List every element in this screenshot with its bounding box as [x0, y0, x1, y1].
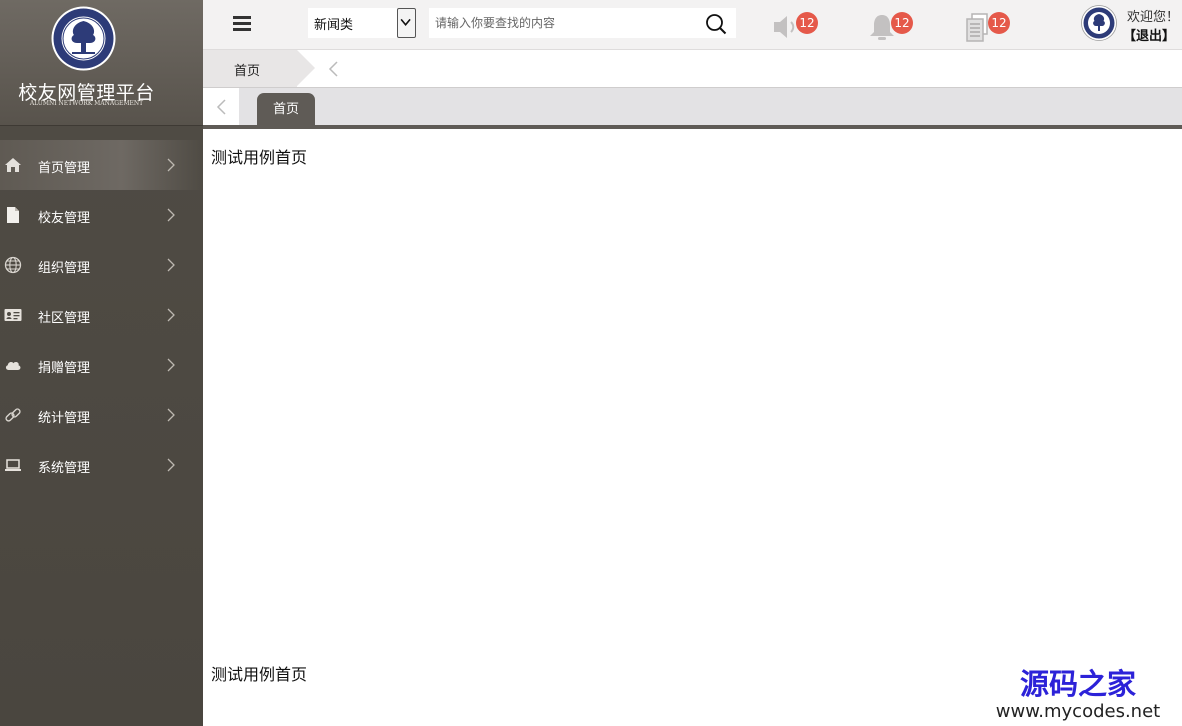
watermark-url: www.mycodes.net: [995, 701, 1161, 722]
search-icon[interactable]: [705, 13, 727, 35]
chevron-right-icon: [167, 308, 175, 322]
chevron-right-icon: [167, 408, 175, 422]
category-select-value: 新闻类: [314, 18, 354, 33]
globe-icon: [4, 256, 22, 274]
sidebar-item-label: 捐赠管理: [38, 361, 91, 376]
tab-scroll-left-button[interactable]: [203, 88, 239, 125]
chevron-right-icon: [167, 258, 175, 272]
menu-toggle-icon[interactable]: [233, 16, 251, 31]
university-seal-logo: [51, 6, 116, 71]
top-bar: 新闻类 12 12: [203, 0, 1182, 50]
content-text-bottom: 测试用例首页: [211, 665, 308, 684]
sidebar-divider: [0, 125, 203, 126]
sidebar-item-label: 统计管理: [38, 411, 91, 426]
chevron-left-icon[interactable]: [327, 60, 339, 78]
notification-badge: 12: [891, 12, 913, 34]
sidebar-item-home-management[interactable]: 首页管理: [0, 140, 203, 190]
breadcrumb-arrow: [297, 50, 315, 86]
sidebar-item-label: 组织管理: [38, 261, 91, 276]
platform-subtitle: ALUMNI NETWORK MANAGEMENT: [29, 100, 144, 107]
cloud-icon: [5, 361, 21, 370]
notification-button[interactable]: 12: [867, 8, 913, 44]
sidebar-item-statistics-management[interactable]: 统计管理: [0, 390, 203, 440]
breadcrumb-label: 首页: [234, 64, 261, 79]
chevron-right-icon: [167, 358, 175, 372]
content-text-top: 测试用例首页: [211, 148, 308, 167]
home-icon: [5, 158, 21, 172]
brand: 校友网管理平台 ALUMNI NETWORK MANAGEMENT: [0, 0, 203, 125]
user-avatar[interactable]: [1081, 5, 1117, 41]
search-input[interactable]: [429, 8, 699, 38]
sidebar-item-label: 社区管理: [38, 311, 91, 326]
sidebar-item-donation-management[interactable]: 捐赠管理: [0, 340, 203, 390]
laptop-icon: [5, 459, 21, 471]
welcome-text: 欢迎您！: [1127, 10, 1180, 25]
category-select[interactable]: 新闻类: [308, 8, 416, 38]
documents-button[interactable]: 12: [964, 8, 1010, 44]
announcement-button[interactable]: 12: [772, 8, 818, 44]
chevron-right-icon: [167, 208, 175, 222]
breadcrumb: 首页: [203, 50, 1182, 88]
id-card-icon: [4, 309, 22, 321]
sidebar-item-alumni-management[interactable]: 校友管理: [0, 190, 203, 240]
sidebar-item-label: 首页管理: [38, 161, 91, 176]
tab-bar: 首页: [203, 88, 1182, 125]
sidebar-item-label: 系统管理: [38, 461, 91, 476]
tab-home[interactable]: 首页: [257, 93, 315, 125]
sidebar-item-system-management[interactable]: 系统管理: [0, 440, 203, 490]
announcement-badge: 12: [796, 12, 818, 34]
logout-link[interactable]: 【退出】: [1123, 25, 1175, 44]
watermark: 源码之家 www.mycodes.net: [983, 667, 1173, 723]
chevron-left-icon: [216, 99, 226, 115]
sidebar-item-community-management[interactable]: 社区管理: [0, 290, 203, 340]
breadcrumb-item-home[interactable]: 首页: [203, 50, 297, 87]
sidebar-menu: 首页管理 校友管理 组织管理 社区管理 捐赠管理 统计管理 系统管理: [0, 140, 203, 490]
search-box: [429, 8, 736, 38]
sidebar: 校友网管理平台 ALUMNI NETWORK MANAGEMENT 首页管理 校…: [0, 0, 203, 726]
document-icon: [7, 207, 19, 223]
watermark-title: 源码之家: [1019, 667, 1136, 701]
main-content: 测试用例首页 测试用例首页 源码之家 www.mycodes.net: [203, 129, 1182, 726]
sidebar-item-organization-management[interactable]: 组织管理: [0, 240, 203, 290]
documents-badge: 12: [988, 12, 1010, 34]
chevron-right-icon: [167, 158, 175, 172]
sidebar-item-label: 校友管理: [38, 211, 91, 226]
chevron-right-icon: [167, 458, 175, 472]
link-icon: [5, 408, 21, 422]
chevron-down-icon[interactable]: [397, 8, 416, 38]
